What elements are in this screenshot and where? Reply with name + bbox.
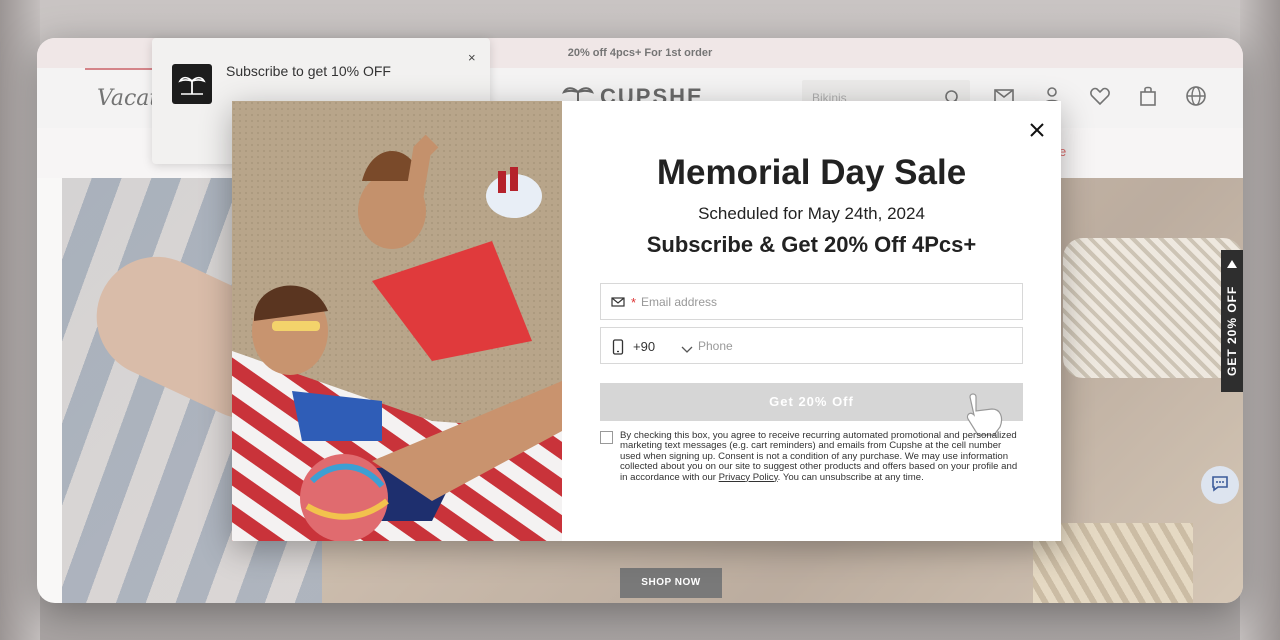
subscribe-modal: Memorial Day Sale Scheduled for May 24th… bbox=[232, 101, 1061, 541]
chevron-down-icon[interactable] bbox=[681, 341, 693, 359]
email-placeholder: Email address bbox=[641, 295, 718, 309]
consent-legal-text: By checking this box, you agree to recei… bbox=[620, 430, 1023, 483]
phone-device-icon bbox=[611, 339, 625, 360]
close-icon[interactable] bbox=[1028, 121, 1046, 139]
modal-photo bbox=[232, 101, 562, 541]
consent-checkbox[interactable] bbox=[600, 431, 613, 444]
modal-subtitle: Subscribe & Get 20% Off 4Pcs+ bbox=[646, 232, 977, 257]
get-20-off-side-tab[interactable]: GET 20% OFF bbox=[1221, 250, 1243, 392]
modal-scheduled: Scheduled for May 24th, 2024 bbox=[698, 204, 925, 223]
get-20-off-button[interactable]: Get 20% Off bbox=[600, 383, 1023, 421]
side-tab-label: GET 20% OFF bbox=[1225, 285, 1239, 376]
email-field[interactable]: * Email address bbox=[600, 283, 1023, 320]
phone-placeholder: Phone bbox=[698, 339, 733, 353]
palm-badge-icon bbox=[172, 64, 212, 104]
country-code-select[interactable]: +90 bbox=[633, 339, 655, 354]
privacy-policy-link[interactable]: Privacy Policy bbox=[719, 472, 778, 483]
close-toast-button[interactable]: × bbox=[468, 50, 476, 65]
legal-text-post: . You can unsubscribe at any time. bbox=[777, 471, 924, 483]
chat-button[interactable] bbox=[1201, 466, 1239, 504]
required-mark: * bbox=[631, 295, 637, 310]
chat-icon bbox=[1210, 473, 1230, 498]
subscribe-toast-text: Subscribe to get 10% OFF bbox=[226, 63, 391, 79]
modal-title: Memorial Day Sale bbox=[656, 153, 967, 192]
modal-form: Memorial Day Sale Scheduled for May 24th… bbox=[562, 101, 1061, 541]
envelope-icon bbox=[611, 295, 625, 314]
phone-field[interactable]: +90 Phone bbox=[600, 327, 1023, 364]
arrow-up-icon bbox=[1227, 260, 1237, 268]
